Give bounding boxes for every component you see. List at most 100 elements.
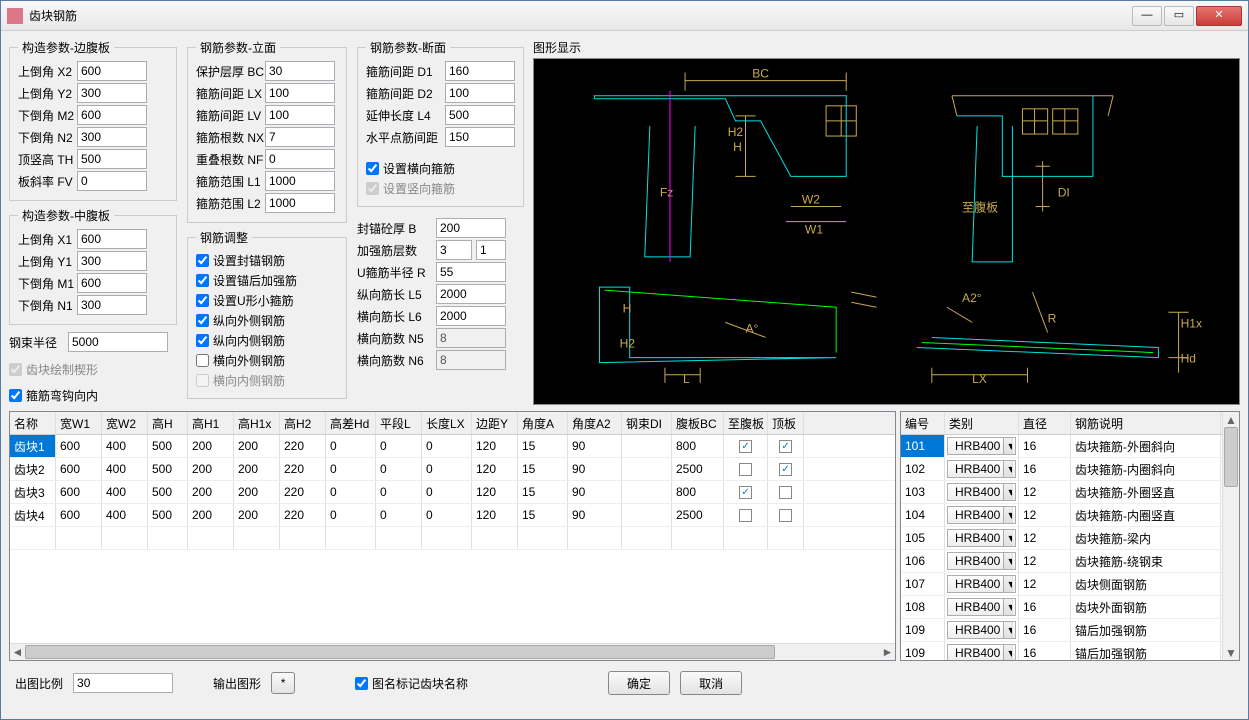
left-col-header[interactable]: 宽W1 <box>56 412 102 434</box>
category-combo[interactable]: HRB400▾ <box>947 437 1016 455</box>
left-col-header[interactable]: 高H2 <box>280 412 326 434</box>
l6-input[interactable] <box>436 306 506 326</box>
mid-y1-input[interactable] <box>77 251 147 271</box>
left-col-header[interactable]: 名称 <box>10 412 56 434</box>
elev-lv-input[interactable] <box>265 105 335 125</box>
seal-b-input[interactable] <box>436 218 506 238</box>
output-button[interactable]: * <box>271 672 295 694</box>
mid-n1-input[interactable] <box>77 295 147 315</box>
ok-button[interactable]: 确定 <box>608 671 670 695</box>
table-row[interactable]: 103HRB400▾12齿块箍筋-外圈竖直 <box>901 481 1222 504</box>
category-combo[interactable]: HRB400▾ <box>947 506 1016 524</box>
right-col-header[interactable]: 编号 <box>901 412 945 434</box>
mark-name-check[interactable] <box>355 677 368 690</box>
left-grid-scrollbar[interactable]: ◄► <box>10 643 895 660</box>
left-col-header[interactable]: 高H1x <box>234 412 280 434</box>
sec-hp-input[interactable] <box>445 127 515 147</box>
table-row[interactable]: 105HRB400▾12齿块箍筋-梁内 <box>901 527 1222 550</box>
left-grid[interactable]: 名称宽W1宽W2高H高H1高H1x高H2高差Hd平段L长度LX边距Y角度A角度A… <box>9 411 896 661</box>
elev-l2-input[interactable] <box>265 193 335 213</box>
edge-y2-input[interactable] <box>77 83 147 103</box>
table-row[interactable]: 109HRB400▾16锚后加强钢筋 <box>901 642 1222 660</box>
maximize-button[interactable]: ▭ <box>1164 6 1194 26</box>
right-grid-scrollbar[interactable]: ▲▼ <box>1222 412 1239 660</box>
table-row[interactable]: 108HRB400▾16齿块外面钢筋 <box>901 596 1222 619</box>
left-col-header[interactable]: 腹板BC <box>672 412 724 434</box>
sec-d2-input[interactable] <box>445 83 515 103</box>
anchor-rein-check[interactable] <box>196 274 209 287</box>
category-combo[interactable]: HRB400▾ <box>947 483 1016 501</box>
u-r-input[interactable] <box>436 262 506 282</box>
group-adjust: 钢筋调整 设置封锚钢筋 设置锚后加强筋 设置U形小箍筋 纵向外侧钢筋 纵向内侧钢… <box>187 229 347 399</box>
u-small-check[interactable] <box>196 294 209 307</box>
long-out-check[interactable] <box>196 314 209 327</box>
left-col-header[interactable]: 钢束DI <box>622 412 672 434</box>
svg-text:L: L <box>683 372 690 386</box>
radius-input[interactable] <box>68 332 168 352</box>
table-row[interactable]: 齿块16004005002002002200001201590800✓✓ <box>10 435 895 458</box>
right-col-header[interactable]: 类别 <box>945 412 1019 434</box>
left-col-header[interactable]: 宽W2 <box>102 412 148 434</box>
category-combo[interactable]: HRB400▾ <box>947 460 1016 478</box>
category-combo[interactable]: HRB400▾ <box>947 529 1016 547</box>
category-combo[interactable]: HRB400▾ <box>947 575 1016 593</box>
table-row[interactable]: 107HRB400▾12齿块侧面钢筋 <box>901 573 1222 596</box>
table-row[interactable]: 106HRB400▾12齿块箍筋-绕钢束 <box>901 550 1222 573</box>
table-row[interactable]: 101HRB400▾16齿块箍筋-外圈斜向 <box>901 435 1222 458</box>
app-icon <box>7 8 23 24</box>
edge-x2-input[interactable] <box>77 61 147 81</box>
right-col-header[interactable]: 钢筋说明 <box>1071 412 1221 434</box>
sec-d1-input[interactable] <box>445 61 515 81</box>
category-combo[interactable]: HRB400▾ <box>947 644 1016 660</box>
left-col-header[interactable]: 长度LX <box>422 412 472 434</box>
left-col-header[interactable]: 高H <box>148 412 188 434</box>
table-row[interactable]: 102HRB400▾16齿块箍筋-内圈斜向 <box>901 458 1222 481</box>
table-row[interactable]: 109HRB400▾16锚后加强钢筋 <box>901 619 1222 642</box>
set-h-stirrup-check[interactable] <box>366 162 379 175</box>
layers-1-input[interactable] <box>436 240 472 260</box>
mid-x1-input[interactable] <box>77 229 147 249</box>
cancel-button[interactable]: 取消 <box>680 671 742 695</box>
l5-input[interactable] <box>436 284 506 304</box>
left-col-header[interactable]: 高H1 <box>188 412 234 434</box>
hook-inward-check[interactable] <box>9 389 22 402</box>
layers-2-input[interactable] <box>476 240 506 260</box>
trans-out-check[interactable] <box>196 354 209 367</box>
minimize-button[interactable]: — <box>1132 6 1162 26</box>
left-col-header[interactable]: 高差Hd <box>326 412 376 434</box>
left-col-header[interactable]: 角度A2 <box>568 412 622 434</box>
elev-l1-input[interactable] <box>265 171 335 191</box>
long-in-check[interactable] <box>196 334 209 347</box>
table-row[interactable]: 104HRB400▾12齿块箍筋-内圈竖直 <box>901 504 1222 527</box>
left-col-header[interactable]: 平段L <box>376 412 422 434</box>
left-col-header[interactable]: 边距Y <box>472 412 518 434</box>
elev-lx-input[interactable] <box>265 83 335 103</box>
category-combo[interactable]: HRB400▾ <box>947 552 1016 570</box>
seal-anchor-check[interactable] <box>196 254 209 267</box>
n5-input <box>436 328 506 348</box>
elev-nf-input[interactable] <box>265 149 335 169</box>
mid-m1-input[interactable] <box>77 273 147 293</box>
group-edge: 构造参数-边腹板 上倒角 X2 上倒角 Y2 下倒角 M2 下倒角 N2 顶竖高… <box>9 39 177 201</box>
left-col-header[interactable]: 至腹板 <box>724 412 768 434</box>
left-col-header[interactable]: 顶板 <box>768 412 804 434</box>
category-combo[interactable]: HRB400▾ <box>947 598 1016 616</box>
edge-fv-input[interactable] <box>77 171 147 191</box>
edge-m2-input[interactable] <box>77 105 147 125</box>
left-col-header[interactable]: 角度A <box>518 412 568 434</box>
set-v-stirrup-check <box>366 182 379 195</box>
sec-l4-input[interactable] <box>445 105 515 125</box>
edge-th-input[interactable] <box>77 149 147 169</box>
elev-bc-input[interactable] <box>265 61 335 81</box>
close-button[interactable]: ✕ <box>1196 6 1242 26</box>
elev-nx-input[interactable] <box>265 127 335 147</box>
table-row[interactable]: 齿块460040050020020022000012015902500 <box>10 504 895 527</box>
category-combo[interactable]: HRB400▾ <box>947 621 1016 639</box>
right-col-header[interactable]: 直径 <box>1019 412 1071 434</box>
scale-input[interactable] <box>73 673 173 693</box>
edge-n2-input[interactable] <box>77 127 147 147</box>
table-row[interactable]: 齿块260040050020020022000012015902500✓ <box>10 458 895 481</box>
table-row[interactable] <box>10 527 895 550</box>
table-row[interactable]: 齿块36004005002002002200001201590800✓ <box>10 481 895 504</box>
right-grid[interactable]: 编号类别直径钢筋说明 101HRB400▾16齿块箍筋-外圈斜向102HRB40… <box>900 411 1240 661</box>
